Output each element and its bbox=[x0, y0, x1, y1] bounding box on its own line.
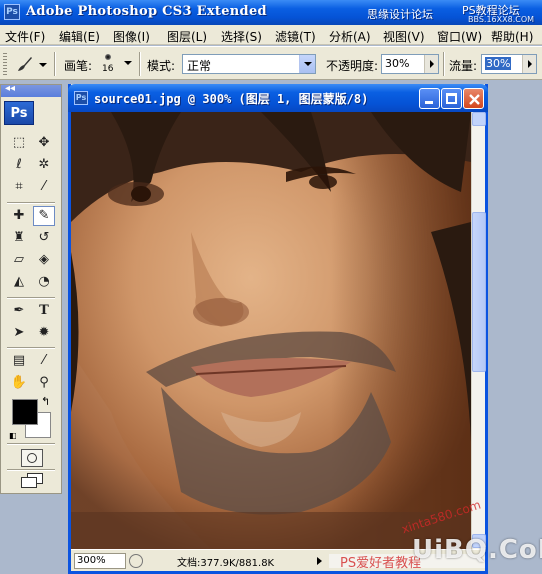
document-icon: Ps bbox=[74, 91, 88, 105]
portrait-photo bbox=[71, 112, 471, 549]
chevron-down-icon bbox=[39, 63, 47, 67]
options-bar: 画笔: 16 模式: 正常 不透明度: 30% 流量: 30% bbox=[0, 46, 542, 80]
shape-tool-icon[interactable]: ✹ bbox=[33, 323, 55, 343]
screen-mode-button[interactable] bbox=[21, 473, 45, 489]
menu-help[interactable]: 帮助(H) bbox=[491, 28, 533, 45]
blur-tool-icon[interactable]: ◭ bbox=[8, 272, 30, 292]
clone-stamp-tool-icon[interactable]: ♜ bbox=[8, 228, 30, 248]
maximize-button[interactable] bbox=[441, 88, 462, 109]
marquee-tool-icon[interactable]: ⬚ bbox=[8, 133, 30, 153]
chevron-down-icon bbox=[124, 61, 132, 65]
toolbox-header[interactable]: ◂◂ bbox=[1, 83, 61, 97]
menu-filter[interactable]: 滤镜(T) bbox=[275, 28, 316, 45]
eyedropper-tool-icon[interactable]: ⁄ bbox=[33, 351, 55, 371]
paint-bucket-tool-icon[interactable]: ◈ bbox=[33, 250, 55, 270]
app-titlebar[interactable]: Ps Adobe Photoshop CS3 Extended 思缘设计论坛 P… bbox=[0, 0, 542, 25]
photoshop-logo-icon[interactable]: Ps bbox=[4, 101, 34, 125]
status-menu-arrow-icon[interactable] bbox=[317, 557, 322, 565]
minimize-button[interactable] bbox=[419, 88, 440, 109]
menu-view[interactable]: 视图(V) bbox=[383, 28, 425, 45]
document-titlebar[interactable]: Ps source01.jpg @ 300% (图层 1, 图层蒙版/8) bbox=[68, 84, 488, 112]
move-tool-icon[interactable]: ✥ bbox=[33, 133, 55, 153]
opacity-label: 不透明度: bbox=[326, 59, 379, 73]
magic-wand-tool-icon[interactable]: ✲ bbox=[33, 155, 55, 175]
watermark-red-bottom: PS爱好者教程 bbox=[340, 556, 422, 571]
app-title: Adobe Photoshop CS3 Extended bbox=[26, 4, 267, 19]
opacity-slider-button[interactable] bbox=[424, 55, 438, 73]
watermark-url: BBS.16XX8.COM bbox=[468, 15, 535, 24]
collapse-icon: ◂◂ bbox=[5, 83, 16, 94]
status-icon[interactable] bbox=[129, 554, 143, 568]
brush-tool-icon[interactable]: ✎ bbox=[33, 206, 55, 226]
close-button[interactable] bbox=[463, 88, 484, 109]
brush-picker[interactable]: 16 bbox=[96, 51, 136, 77]
zoom-field[interactable]: 300% bbox=[74, 553, 126, 569]
menu-bar: 文件(F) 编辑(E) 图像(I) 图层(L) 选择(S) 滤镜(T) 分析(A… bbox=[0, 25, 542, 45]
lasso-tool-icon[interactable]: ℓ bbox=[8, 155, 30, 175]
menu-edit[interactable]: 编辑(E) bbox=[59, 28, 100, 45]
opacity-field[interactable]: 30% bbox=[381, 54, 439, 74]
document-window: Ps source01.jpg @ 300% (图层 1, 图层蒙版/8) 30… bbox=[68, 84, 488, 574]
notes-tool-icon[interactable]: ▤ bbox=[8, 351, 30, 371]
chevron-right-icon bbox=[528, 60, 532, 68]
image-canvas[interactable] bbox=[71, 112, 471, 549]
vertical-scrollbar[interactable] bbox=[471, 112, 486, 549]
history-brush-tool-icon[interactable]: ↺ bbox=[33, 228, 55, 248]
options-grip[interactable] bbox=[3, 53, 7, 75]
zoom-tool-icon[interactable]: ⚲ bbox=[33, 373, 55, 393]
flow-label: 流量: bbox=[449, 59, 478, 73]
quick-mask-icon bbox=[27, 453, 37, 463]
foreground-color-swatch[interactable] bbox=[12, 399, 38, 425]
scroll-up-button[interactable] bbox=[472, 112, 486, 126]
brush-tip-icon bbox=[105, 54, 111, 60]
quick-mask-button[interactable] bbox=[21, 449, 43, 467]
chevron-down-icon bbox=[304, 62, 312, 66]
pen-tool-icon[interactable]: ✒ bbox=[8, 301, 30, 321]
menu-select[interactable]: 选择(S) bbox=[221, 28, 262, 45]
default-colors-icon[interactable]: ◧ bbox=[9, 431, 19, 441]
swap-colors-icon[interactable]: ↰ bbox=[41, 395, 50, 408]
document-title: source01.jpg @ 300% (图层 1, 图层蒙版/8) bbox=[94, 92, 369, 106]
watermark-text: 思缘设计论坛 bbox=[367, 8, 433, 21]
minimize-icon bbox=[425, 101, 433, 104]
flow-field[interactable]: 30% bbox=[481, 54, 537, 74]
chevron-right-icon bbox=[430, 60, 434, 68]
mode-select[interactable]: 正常 bbox=[182, 54, 316, 74]
menu-window[interactable]: 窗口(W) bbox=[437, 28, 482, 45]
menu-file[interactable]: 文件(F) bbox=[5, 28, 45, 45]
maximize-icon bbox=[446, 93, 457, 104]
eraser-tool-icon[interactable]: ▱ bbox=[8, 250, 30, 270]
menu-layer[interactable]: 图层(L) bbox=[167, 28, 207, 45]
slice-tool-icon[interactable]: ⁄ bbox=[33, 177, 55, 197]
healing-brush-tool-icon[interactable]: ✚ bbox=[8, 206, 30, 226]
document-size-info: 文档:377.9K/881.8K bbox=[177, 558, 275, 569]
opacity-value: 30% bbox=[385, 57, 410, 70]
brush-label: 画笔: bbox=[64, 59, 93, 73]
type-tool-icon[interactable]: T bbox=[33, 301, 55, 321]
toolbox: ◂◂ Ps ⬚ ✥ ℓ ✲ ⌗ ⁄ ✚ ✎ ♜ ↺ ▱ ◈ ◭ ◔ ✒ T ➤ … bbox=[0, 83, 62, 494]
tool-preset-picker[interactable] bbox=[13, 53, 47, 75]
close-icon bbox=[469, 94, 480, 105]
watermark-site: UiBQ.CoM bbox=[412, 535, 542, 565]
photoshop-logo-icon: Ps bbox=[4, 4, 20, 20]
flow-value: 30% bbox=[485, 57, 512, 70]
path-selection-tool-icon[interactable]: ➤ bbox=[8, 323, 30, 343]
brush-tool-icon bbox=[18, 57, 32, 71]
scroll-thumb[interactable] bbox=[472, 212, 486, 372]
menu-image[interactable]: 图像(I) bbox=[113, 28, 150, 45]
mode-value: 正常 bbox=[187, 59, 212, 73]
crop-tool-icon[interactable]: ⌗ bbox=[8, 177, 30, 197]
menu-analysis[interactable]: 分析(A) bbox=[329, 28, 371, 45]
dodge-tool-icon[interactable]: ◔ bbox=[33, 272, 55, 292]
brush-size: 16 bbox=[102, 64, 114, 74]
mode-label: 模式: bbox=[147, 59, 176, 73]
flow-slider-button[interactable] bbox=[522, 55, 536, 73]
hand-tool-icon[interactable]: ✋ bbox=[8, 373, 30, 393]
mode-dropdown-button[interactable] bbox=[299, 55, 315, 73]
